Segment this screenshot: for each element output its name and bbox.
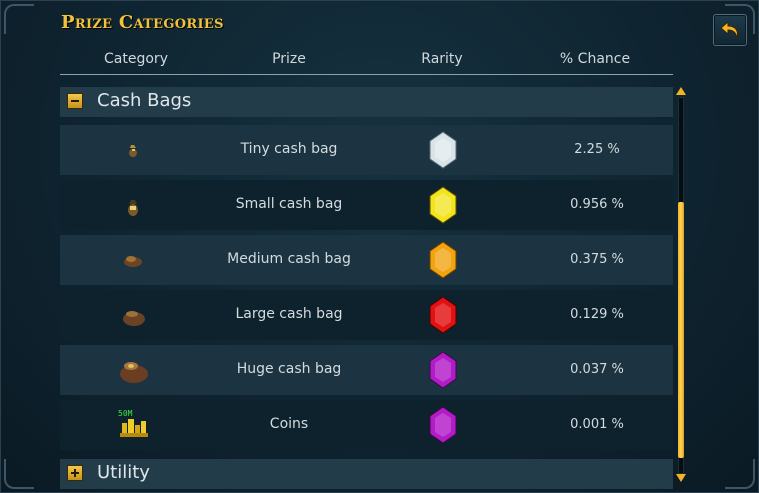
- small-cash-bag-icon: [128, 200, 138, 216]
- prize-name: Small cash bag: [235, 196, 343, 212]
- section-label: Utility: [97, 462, 150, 483]
- prize-name: Medium cash bag: [227, 251, 351, 267]
- gem-very-rare-icon: [429, 296, 457, 334]
- large-cash-bag-icon: [123, 311, 145, 326]
- scroll-thumb[interactable]: [678, 202, 684, 458]
- plus-icon-vertical: [74, 469, 76, 477]
- prize-name: Coins: [269, 416, 309, 432]
- header-rarity[interactable]: Rarity: [421, 51, 462, 67]
- tiny-cash-bag-icon: [129, 145, 137, 157]
- chance-value: 0.956 %: [570, 197, 624, 212]
- prize-list: Cash Bags Tiny cash bag 2.25 % Small cas…: [60, 87, 673, 493]
- frame-corner: [4, 459, 34, 489]
- prize-row[interactable]: Medium cash bag 0.375 %: [60, 235, 673, 285]
- back-button[interactable]: [713, 14, 747, 46]
- prize-row[interactable]: Tiny cash bag 2.25 %: [60, 125, 673, 175]
- minus-icon: [71, 100, 79, 102]
- prize-name: Huge cash bag: [236, 361, 342, 377]
- huge-cash-bag-icon: [120, 362, 148, 383]
- scroll-down-arrow-icon[interactable]: [676, 474, 686, 482]
- frame-corner: [4, 4, 34, 34]
- window-title: Prize Categories: [61, 12, 224, 33]
- column-headers: Category Prize Rarity % Chance: [60, 48, 673, 75]
- header-prize[interactable]: Prize: [272, 51, 306, 67]
- section-utility[interactable]: Utility: [60, 459, 673, 489]
- gem-uncommon-icon: [429, 186, 457, 224]
- coins-stack-label: 50M: [118, 409, 133, 418]
- prize-row[interactable]: Huge cash bag 0.037 %: [60, 345, 673, 395]
- section-cash-bags[interactable]: Cash Bags: [60, 87, 673, 117]
- expand-toggle[interactable]: [67, 465, 83, 481]
- prize-row[interactable]: Small cash bag 0.956 %: [60, 180, 673, 230]
- medium-cash-bag-icon: [124, 256, 142, 267]
- chance-value: 0.129 %: [570, 307, 624, 322]
- back-arrow-icon: [720, 20, 738, 39]
- collapse-toggle[interactable]: [67, 93, 83, 109]
- header-chance[interactable]: % Chance: [560, 51, 630, 67]
- prize-name: Tiny cash bag: [240, 141, 338, 157]
- chance-value: 2.25 %: [574, 142, 620, 157]
- frame-corner: [725, 459, 755, 489]
- scroll-up-arrow-icon[interactable]: [676, 87, 686, 95]
- gem-common-icon: [429, 131, 457, 169]
- chance-value: 0.037 %: [570, 362, 624, 377]
- gem-extremely-rare-icon: [429, 406, 457, 444]
- prize-row[interactable]: Large cash bag 0.129 %: [60, 290, 673, 340]
- chance-value: 0.375 %: [570, 252, 624, 267]
- gem-extremely-rare-icon: [429, 351, 457, 389]
- prize-name: Large cash bag: [235, 306, 343, 322]
- coins-icon: 50M: [118, 409, 148, 437]
- prize-row[interactable]: 50M Coins 0.001 %: [60, 400, 673, 450]
- chance-value: 0.001 %: [570, 417, 624, 432]
- section-label: Cash Bags: [97, 90, 192, 111]
- gem-rare-icon: [429, 241, 457, 279]
- scrollbar[interactable]: [675, 87, 687, 482]
- header-category[interactable]: Category: [104, 51, 168, 67]
